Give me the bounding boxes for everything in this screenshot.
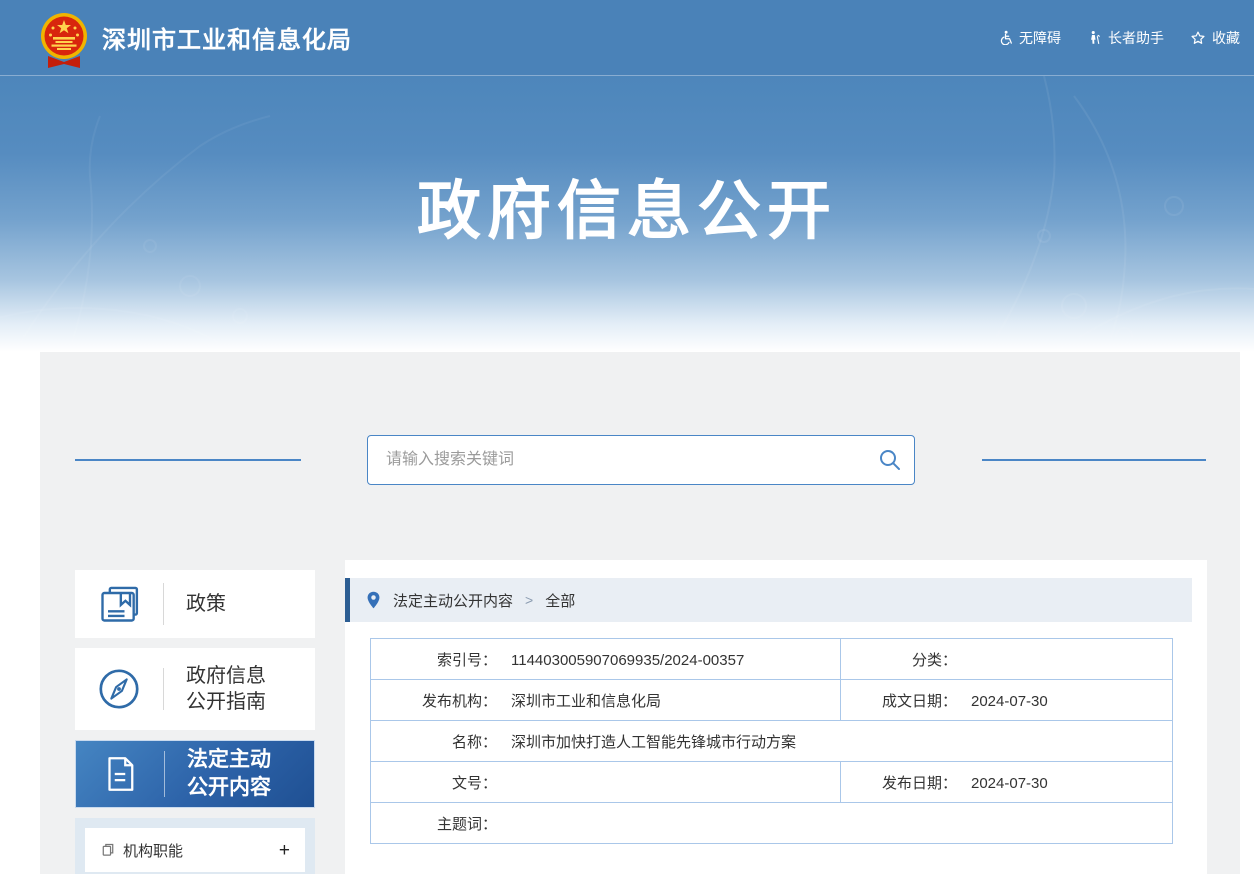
breadcrumb-current[interactable]: 全部 — [545, 590, 575, 611]
field-value: 深圳市加快打造人工智能先锋城市行动方案 — [511, 733, 797, 751]
cell-issue-date: 成文日期： 2024-07-30 — [840, 679, 1173, 721]
star-icon — [1191, 31, 1205, 44]
sidebar-item-policy[interactable]: 政策 — [75, 570, 315, 638]
submenu-item-org-functions[interactable]: 机构职能 + — [85, 828, 305, 872]
favorite-link[interactable]: 收藏 — [1190, 28, 1240, 48]
statutory-label-line2: 公开内容 — [187, 776, 271, 799]
submenu-item-label: 机构职能 — [123, 842, 184, 860]
table-row: 文号： 发布日期： 2024-07-30 — [370, 761, 1173, 803]
search-icon — [880, 450, 900, 470]
field-label: 成文日期： — [881, 692, 957, 710]
location-pin-icon — [366, 591, 381, 610]
breadcrumb-section[interactable]: 法定主动公开内容 — [393, 590, 513, 611]
cell-document-number: 文号： — [370, 761, 841, 803]
sidebar-item-statutory-disclosure[interactable]: 法定主动 公开内容 — [75, 740, 315, 808]
content-area: 政策 政府信息 公开指南 — [0, 352, 1254, 874]
pages-icon — [100, 842, 116, 858]
cell-issuing-agency: 发布机构： 深圳市工业和信息化局 — [370, 679, 841, 721]
cell-keywords: 主题词： — [370, 802, 1173, 844]
sidebar-item-guide[interactable]: 政府信息 公开指南 — [75, 648, 315, 730]
field-label: 索引号： — [436, 651, 497, 669]
divider — [163, 668, 164, 710]
accessibility-link[interactable]: 无障碍 — [998, 28, 1061, 48]
table-row: 主题词： — [370, 802, 1173, 844]
document-icon — [76, 753, 164, 795]
cell-index-number: 索引号： 114403005907069935/2024-00357 — [370, 638, 841, 680]
page: 深圳市工业和信息化局 无障碍 长者助手 收藏 政府信息公开 请输入搜索关键词 政… — [0, 0, 1254, 874]
cell-document-name: 名称： 深圳市加快打造人工智能先锋城市行动方案 — [370, 720, 1173, 762]
decorative-line-left — [75, 459, 301, 461]
sidebar-submenu: 机构职能 + — [75, 818, 315, 874]
guide-label-line2: 公开指南 — [186, 691, 266, 713]
banner: 政府信息公开 — [0, 76, 1254, 352]
divider — [163, 583, 164, 625]
top-header: 深圳市工业和信息化局 无障碍 长者助手 收藏 — [0, 0, 1254, 76]
field-label: 文号： — [451, 774, 497, 792]
field-value: 2024-07-30 — [971, 692, 1048, 710]
field-value: 2024-07-30 — [971, 774, 1048, 792]
guide-label-line1: 政府信息 — [186, 664, 266, 687]
sidebar-item-guide-label: 政府信息 公开指南 — [186, 663, 266, 716]
book-icon — [75, 582, 163, 626]
expand-plus-icon[interactable]: + — [279, 841, 290, 860]
accessibility-icon — [1000, 30, 1012, 45]
breadcrumb-separator: > — [525, 592, 534, 608]
favorite-label: 收藏 — [1212, 29, 1240, 46]
search-button[interactable] — [866, 436, 914, 484]
main-content: 法定主动公开内容 > 全部 索引号： 114403005907069935/202… — [345, 560, 1207, 874]
field-label: 发布日期： — [881, 774, 957, 792]
statutory-label-line1: 法定主动 — [187, 748, 271, 772]
elder-helper-label: 长者助手 — [1108, 29, 1164, 46]
field-value: 114403005907069935/2024-00357 — [511, 651, 745, 669]
elder-icon — [1091, 30, 1100, 44]
header-links: 无障碍 长者助手 收藏 — [998, 28, 1240, 48]
field-label: 主题词： — [436, 815, 497, 833]
cell-category: 分类： — [840, 638, 1173, 680]
field-label: 名称： — [451, 733, 497, 751]
table-row: 发布机构： 深圳市工业和信息化局 成文日期： 2024-07-30 — [370, 679, 1173, 721]
sidebar-item-statutory-label: 法定主动 公开内容 — [187, 746, 271, 801]
breadcrumb: 法定主动公开内容 > 全部 — [345, 578, 1192, 622]
content-panel: 政策 政府信息 公开指南 — [40, 352, 1240, 874]
search-box — [367, 435, 915, 485]
table-row: 索引号： 114403005907069935/2024-00357 分类： — [370, 638, 1173, 680]
cell-publish-date: 发布日期： 2024-07-30 — [840, 761, 1173, 803]
page-title: 政府信息公开 — [417, 175, 837, 247]
sidebar: 政策 政府信息 公开指南 法定主动 公开内容 机构职能 + — [75, 570, 315, 874]
elder-helper-link[interactable]: 长者助手 — [1087, 28, 1164, 48]
field-label: 分类： — [911, 651, 957, 669]
decorative-line-right — [982, 459, 1206, 461]
national-emblem-logo — [41, 12, 87, 68]
table-row: 名称： 深圳市加快打造人工智能先锋城市行动方案 — [370, 720, 1173, 762]
sidebar-item-policy-label: 政策 — [186, 592, 226, 615]
document-info-table: 索引号： 114403005907069935/2024-00357 分类： 发布… — [370, 638, 1173, 844]
accessibility-label: 无障碍 — [1019, 29, 1061, 46]
site-title: 深圳市工业和信息化局 — [102, 27, 352, 54]
divider — [164, 751, 165, 797]
compass-icon — [75, 666, 163, 712]
search-input[interactable] — [368, 436, 866, 484]
field-label: 发布机构： — [421, 692, 497, 710]
field-value: 深圳市工业和信息化局 — [511, 692, 662, 710]
